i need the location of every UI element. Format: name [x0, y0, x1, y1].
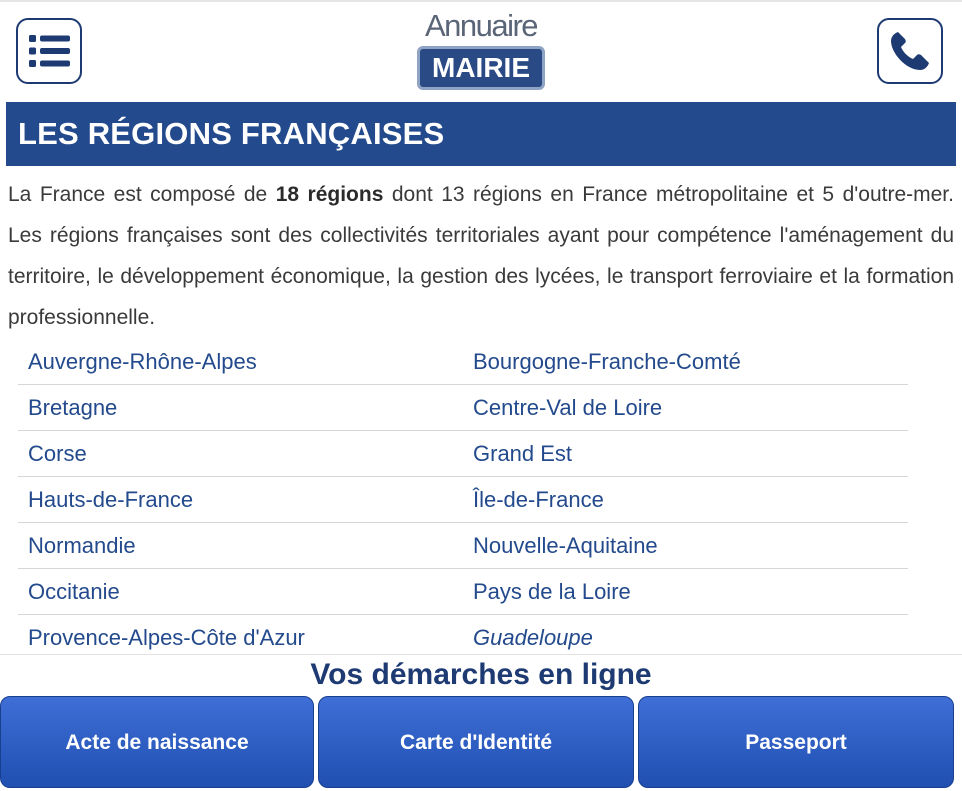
table-row: Bretagne Centre-Val de Loire	[18, 385, 908, 431]
logo-mairie-badge: MAIRIE	[417, 46, 545, 90]
demarches-panel: Vos démarches en ligne Acte de naissance…	[0, 654, 962, 791]
intro-paragraph: La France est composé de 18 régions dont…	[8, 174, 954, 338]
table-row: Hauts-de-France Île-de-France	[18, 477, 908, 523]
intro-text-start: La France est composé de	[8, 183, 276, 206]
region-link[interactable]: Bretagne	[28, 385, 117, 430]
table-row: Normandie Nouvelle-Aquitaine	[18, 523, 908, 569]
list-menu-icon	[29, 35, 70, 67]
page-title-bar: LES RÉGIONS FRANÇAISES	[6, 102, 956, 166]
site-logo[interactable]: Annuaire MAIRIE	[413, 10, 549, 94]
region-link[interactable]: Île-de-France	[473, 477, 604, 522]
intro-bold-count: 18 régions	[275, 183, 384, 206]
region-link[interactable]: Auvergne-Rhône-Alpes	[28, 339, 257, 384]
carte-identite-button[interactable]: Carte d'Identité	[318, 696, 634, 788]
phone-icon	[891, 32, 929, 70]
region-link[interactable]: Grand Est	[473, 431, 572, 476]
region-link[interactable]: Bourgogne-Franche-Comté	[473, 339, 741, 384]
site-header: Annuaire MAIRIE	[0, 2, 962, 102]
region-link[interactable]: Hauts-de-France	[28, 477, 193, 522]
region-link[interactable]: Nouvelle-Aquitaine	[473, 523, 658, 568]
passeport-button[interactable]: Passeport	[638, 696, 954, 788]
logo-annuaire-text: Annuaire	[424, 8, 539, 43]
region-link[interactable]: Pays de la Loire	[473, 569, 631, 614]
region-link[interactable]: Normandie	[28, 523, 136, 568]
region-link[interactable]: Occitanie	[28, 569, 120, 614]
table-row: Auvergne-Rhône-Alpes Bourgogne-Franche-C…	[18, 339, 908, 385]
region-link[interactable]: Corse	[28, 431, 87, 476]
phone-button[interactable]	[877, 18, 943, 84]
regions-list: Auvergne-Rhône-Alpes Bourgogne-Franche-C…	[18, 339, 908, 661]
demarches-title: Vos démarches en ligne	[310, 658, 652, 691]
acte-naissance-button[interactable]: Acte de naissance	[0, 696, 314, 788]
table-row: Occitanie Pays de la Loire	[18, 569, 908, 615]
table-row: Corse Grand Est	[18, 431, 908, 477]
page-title: LES RÉGIONS FRANÇAISES	[18, 116, 445, 151]
region-link[interactable]: Centre-Val de Loire	[473, 385, 662, 430]
menu-button[interactable]	[16, 18, 82, 84]
